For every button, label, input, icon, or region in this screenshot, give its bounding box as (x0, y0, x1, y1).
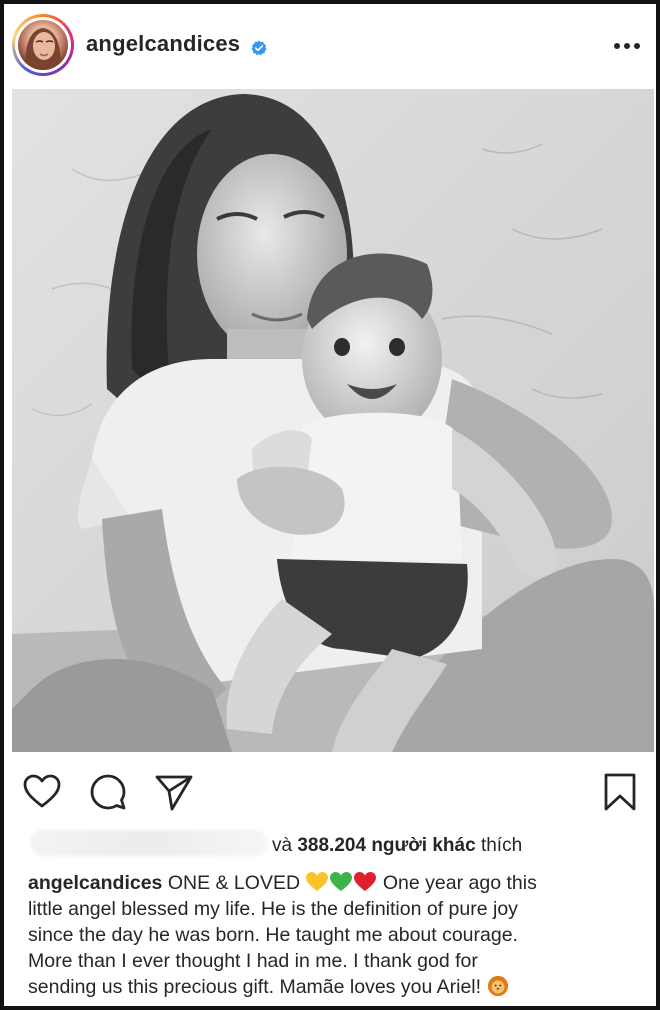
likes-others-label[interactable]: người khác (371, 835, 475, 856)
likes-prefix: và (272, 835, 293, 856)
post-author-username[interactable]: angelcandices (86, 31, 240, 57)
yellow-heart-icon (306, 872, 329, 891)
save-bookmark-icon[interactable] (600, 772, 640, 812)
likes-suffix: thích (480, 835, 523, 856)
green-heart-icon (330, 872, 353, 891)
caption-line: since the day he was born. He taught me … (28, 924, 518, 946)
caption-line: sending us this precious gift. Mamãe lov… (28, 976, 482, 998)
comment-bubble-icon[interactable] (88, 772, 128, 812)
post-caption: angelcandices ONE & LOVED One year ago t… (28, 870, 643, 1000)
blurred-liker-names (30, 830, 268, 856)
post-photo[interactable] (12, 89, 654, 752)
likes-row[interactable]: và 388.204 người khác thích (4, 826, 656, 860)
caption-line1-tail: One year ago this (382, 872, 537, 894)
caption-username[interactable]: angelcandices (28, 872, 162, 894)
red-heart-icon (354, 872, 377, 891)
avatar[interactable] (12, 14, 74, 76)
verified-badge-icon (251, 40, 267, 56)
post-frame: angelcandices và 388.204 người khác thíc… (0, 0, 660, 1010)
caption-title: ONE & LOVED (167, 872, 301, 894)
lion-face-icon (488, 975, 509, 997)
like-heart-icon[interactable] (22, 772, 62, 812)
likes-count[interactable]: 388.204 (297, 835, 366, 856)
share-paper-plane-icon[interactable] (154, 772, 194, 812)
caption-line: little angel blessed my life. He is the … (28, 898, 518, 920)
post-action-bar (4, 762, 656, 822)
post-header: angelcandices (4, 4, 656, 86)
caption-line: More than I ever thought I had in me. I … (28, 950, 478, 972)
more-options-icon[interactable] (612, 41, 642, 51)
likes-summary: và 388.204 người khác thích (272, 835, 522, 857)
avatar-image (18, 20, 68, 70)
avatar-border (15, 17, 71, 73)
